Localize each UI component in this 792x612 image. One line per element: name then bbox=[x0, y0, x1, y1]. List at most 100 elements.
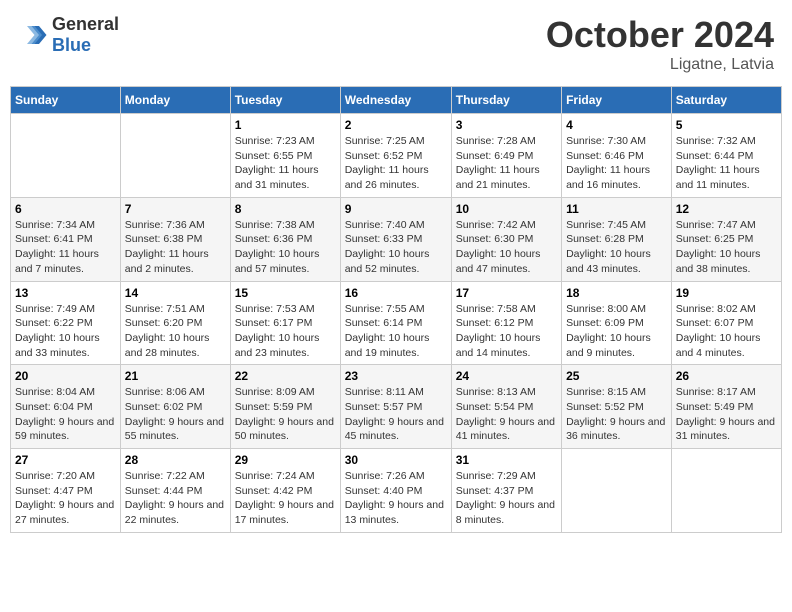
calendar-cell bbox=[671, 449, 781, 533]
column-header-tuesday: Tuesday bbox=[230, 87, 340, 114]
day-info: Sunrise: 7:38 AMSunset: 6:36 PMDaylight:… bbox=[235, 218, 336, 277]
calendar-cell: 17 Sunrise: 7:58 AMSunset: 6:12 PMDayligh… bbox=[451, 281, 561, 365]
calendar-cell: 8Sunrise: 7:38 AMSunset: 6:36 PMDaylight… bbox=[230, 197, 340, 281]
calendar-cell: 12 Sunrise: 7:47 AMSunset: 6:25 PMDayligh… bbox=[671, 197, 781, 281]
day-number: 6 bbox=[15, 202, 116, 216]
day-number: 2 bbox=[345, 118, 447, 132]
column-header-saturday: Saturday bbox=[671, 87, 781, 114]
day-info: Sunrise: 7:58 AMSunset: 6:12 PMDaylight:… bbox=[456, 302, 557, 361]
day-number: 21 bbox=[125, 369, 226, 383]
day-number: 28 bbox=[125, 453, 226, 467]
day-number: 12 bbox=[676, 202, 777, 216]
calendar-cell: 3Sunrise: 7:28 AMSunset: 6:49 PMDaylight… bbox=[451, 114, 561, 198]
day-info: Sunrise: 7:24 AMSunset: 4:42 PMDaylight:… bbox=[235, 469, 336, 528]
title-block: October 2024 Ligatne, Latvia bbox=[546, 14, 774, 74]
calendar-cell: 20 Sunrise: 8:04 AMSunset: 6:04 PMDayligh… bbox=[11, 365, 121, 449]
day-info: Sunrise: 7:34 AMSunset: 6:41 PMDaylight:… bbox=[15, 218, 116, 277]
day-info: Sunrise: 7:51 AMSunset: 6:20 PMDaylight:… bbox=[125, 302, 226, 361]
day-info: Sunrise: 8:11 AMSunset: 5:57 PMDaylight:… bbox=[345, 385, 447, 444]
calendar-cell: 15 Sunrise: 7:53 AMSunset: 6:17 PMDayligh… bbox=[230, 281, 340, 365]
day-info: Sunrise: 7:40 AMSunset: 6:33 PMDaylight:… bbox=[345, 218, 447, 277]
calendar-week-row: 27 Sunrise: 7:20 AMSunset: 4:47 PMDayligh… bbox=[11, 449, 782, 533]
calendar-week-row: 1 Sunrise: 7:23 AMSunset: 6:55 PMDaylight… bbox=[11, 114, 782, 198]
day-number: 27 bbox=[15, 453, 116, 467]
calendar-cell: 18Sunrise: 8:00 AMSunset: 6:09 PMDayligh… bbox=[562, 281, 672, 365]
day-info: Sunrise: 7:36 AMSunset: 6:38 PMDaylight:… bbox=[125, 218, 226, 277]
day-number: 31 bbox=[456, 453, 557, 467]
day-info: Sunrise: 7:45 AMSunset: 6:28 PMDaylight:… bbox=[566, 218, 667, 277]
logo-icon bbox=[18, 20, 48, 50]
day-number: 7 bbox=[125, 202, 226, 216]
calendar-cell bbox=[11, 114, 121, 198]
day-info: Sunrise: 7:29 AMSunset: 4:37 PMDaylight:… bbox=[456, 469, 557, 528]
day-number: 16 bbox=[345, 286, 447, 300]
day-info: Sunrise: 8:02 AMSunset: 6:07 PMDaylight:… bbox=[676, 302, 777, 361]
column-header-monday: Monday bbox=[120, 87, 230, 114]
day-number: 23 bbox=[345, 369, 447, 383]
column-header-friday: Friday bbox=[562, 87, 672, 114]
calendar-cell: 4Sunrise: 7:30 AMSunset: 6:46 PMDaylight… bbox=[562, 114, 672, 198]
day-number: 14 bbox=[125, 286, 226, 300]
day-info: Sunrise: 8:04 AMSunset: 6:04 PMDaylight:… bbox=[15, 385, 116, 444]
calendar-cell: 29 Sunrise: 7:24 AMSunset: 4:42 PMDayligh… bbox=[230, 449, 340, 533]
day-info: Sunrise: 7:25 AMSunset: 6:52 PMDaylight:… bbox=[345, 134, 447, 193]
calendar-cell: 10 Sunrise: 7:42 AMSunset: 6:30 PMDayligh… bbox=[451, 197, 561, 281]
calendar-week-row: 13 Sunrise: 7:49 AMSunset: 6:22 PMDayligh… bbox=[11, 281, 782, 365]
logo-text: General Blue bbox=[52, 14, 119, 56]
day-number: 9 bbox=[345, 202, 447, 216]
day-number: 13 bbox=[15, 286, 116, 300]
day-number: 22 bbox=[235, 369, 336, 383]
calendar-table: SundayMondayTuesdayWednesdayThursdayFrid… bbox=[10, 86, 782, 533]
day-info: Sunrise: 7:47 AMSunset: 6:25 PMDaylight:… bbox=[676, 218, 777, 277]
calendar-cell: 5 Sunrise: 7:32 AMSunset: 6:44 PMDaylight… bbox=[671, 114, 781, 198]
month-title: October 2024 bbox=[546, 14, 774, 56]
day-number: 5 bbox=[676, 118, 777, 132]
calendar-week-row: 6 Sunrise: 7:34 AMSunset: 6:41 PMDaylight… bbox=[11, 197, 782, 281]
calendar-cell: 9 Sunrise: 7:40 AMSunset: 6:33 PMDaylight… bbox=[340, 197, 451, 281]
day-info: Sunrise: 7:22 AMSunset: 4:44 PMDaylight:… bbox=[125, 469, 226, 528]
day-info: Sunrise: 7:32 AMSunset: 6:44 PMDaylight:… bbox=[676, 134, 777, 193]
calendar-cell: 7 Sunrise: 7:36 AMSunset: 6:38 PMDaylight… bbox=[120, 197, 230, 281]
calendar-cell: 14 Sunrise: 7:51 AMSunset: 6:20 PMDayligh… bbox=[120, 281, 230, 365]
calendar-cell: 31 Sunrise: 7:29 AMSunset: 4:37 PMDayligh… bbox=[451, 449, 561, 533]
calendar-week-row: 20 Sunrise: 8:04 AMSunset: 6:04 PMDayligh… bbox=[11, 365, 782, 449]
column-header-thursday: Thursday bbox=[451, 87, 561, 114]
page-header: General Blue October 2024 Ligatne, Latvi… bbox=[10, 10, 782, 78]
day-number: 20 bbox=[15, 369, 116, 383]
calendar-cell bbox=[562, 449, 672, 533]
day-info: Sunrise: 7:49 AMSunset: 6:22 PMDaylight:… bbox=[15, 302, 116, 361]
calendar-cell: 24Sunrise: 8:13 AMSunset: 5:54 PMDayligh… bbox=[451, 365, 561, 449]
day-number: 30 bbox=[345, 453, 447, 467]
day-number: 25 bbox=[566, 369, 667, 383]
calendar-cell: 26 Sunrise: 8:17 AMSunset: 5:49 PMDayligh… bbox=[671, 365, 781, 449]
day-info: Sunrise: 8:00 AMSunset: 6:09 PMDaylight:… bbox=[566, 302, 667, 361]
day-info: Sunrise: 7:55 AMSunset: 6:14 PMDaylight:… bbox=[345, 302, 447, 361]
day-number: 24 bbox=[456, 369, 557, 383]
day-info: Sunrise: 7:26 AMSunset: 4:40 PMDaylight:… bbox=[345, 469, 447, 528]
day-info: Sunrise: 8:17 AMSunset: 5:49 PMDaylight:… bbox=[676, 385, 777, 444]
day-number: 29 bbox=[235, 453, 336, 467]
calendar-cell: 6 Sunrise: 7:34 AMSunset: 6:41 PMDaylight… bbox=[11, 197, 121, 281]
day-info: Sunrise: 7:53 AMSunset: 6:17 PMDaylight:… bbox=[235, 302, 336, 361]
column-header-wednesday: Wednesday bbox=[340, 87, 451, 114]
day-number: 17 bbox=[456, 286, 557, 300]
calendar-header-row: SundayMondayTuesdayWednesdayThursdayFrid… bbox=[11, 87, 782, 114]
logo-blue-text: Blue bbox=[52, 35, 119, 56]
logo-general-text: General bbox=[52, 14, 119, 35]
day-number: 10 bbox=[456, 202, 557, 216]
day-number: 19 bbox=[676, 286, 777, 300]
day-info: Sunrise: 7:20 AMSunset: 4:47 PMDaylight:… bbox=[15, 469, 116, 528]
calendar-cell: 2 Sunrise: 7:25 AMSunset: 6:52 PMDaylight… bbox=[340, 114, 451, 198]
day-number: 1 bbox=[235, 118, 336, 132]
column-header-sunday: Sunday bbox=[11, 87, 121, 114]
day-number: 26 bbox=[676, 369, 777, 383]
day-info: Sunrise: 7:23 AMSunset: 6:55 PMDaylight:… bbox=[235, 134, 336, 193]
calendar-cell: 1 Sunrise: 7:23 AMSunset: 6:55 PMDaylight… bbox=[230, 114, 340, 198]
day-info: Sunrise: 7:42 AMSunset: 6:30 PMDaylight:… bbox=[456, 218, 557, 277]
logo: General Blue bbox=[18, 14, 119, 56]
day-number: 11 bbox=[566, 202, 667, 216]
calendar-cell: 13 Sunrise: 7:49 AMSunset: 6:22 PMDayligh… bbox=[11, 281, 121, 365]
calendar-cell: 19 Sunrise: 8:02 AMSunset: 6:07 PMDayligh… bbox=[671, 281, 781, 365]
day-number: 15 bbox=[235, 286, 336, 300]
calendar-cell: 28 Sunrise: 7:22 AMSunset: 4:44 PMDayligh… bbox=[120, 449, 230, 533]
